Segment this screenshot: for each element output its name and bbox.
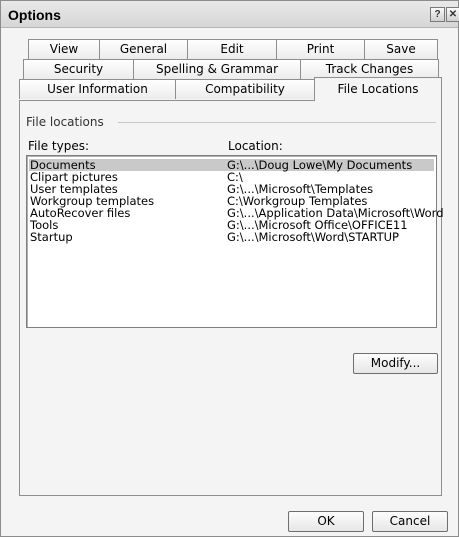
tab-user-information[interactable]: User Information (19, 79, 176, 99)
ok-button[interactable]: OK (288, 511, 364, 532)
modify-button[interactable]: Modify... (353, 353, 438, 374)
tab-compatibility[interactable]: Compatibility (175, 79, 315, 99)
tab-file-locations[interactable]: File Locations (314, 77, 442, 101)
close-icon[interactable]: ✕ (446, 7, 459, 22)
tab-track-changes[interactable]: Track Changes (300, 59, 439, 79)
file-types-header: File types: (28, 139, 89, 153)
file-locations-panel: File locations File types: Location: Doc… (19, 100, 444, 496)
tab-general[interactable]: General (99, 39, 188, 59)
file-locations-list[interactable]: Documents G:\...\Doug Lowe\My Documents … (26, 155, 444, 328)
options-dialog: Options ? ✕ View General Edit Print Save… (0, 0, 459, 537)
tab-print[interactable]: Print (276, 39, 365, 59)
tab-security[interactable]: Security (23, 59, 134, 79)
dialog-title: Options (8, 7, 61, 23)
tab-edit[interactable]: Edit (187, 39, 277, 59)
file-type-label: Startup (30, 230, 73, 244)
tab-view[interactable]: View (28, 39, 100, 59)
title-bar: Options ? ✕ (1, 1, 459, 28)
location-value: G:\...\Microsoft\Word\STARTUP (227, 230, 399, 244)
group-label: File locations (26, 115, 104, 129)
tab-save[interactable]: Save (364, 39, 438, 59)
cancel-button[interactable]: Cancel (372, 511, 448, 532)
help-icon[interactable]: ? (430, 7, 445, 22)
location-header: Location: (228, 139, 283, 153)
tab-spelling-grammar[interactable]: Spelling & Grammar (133, 59, 301, 79)
list-item[interactable]: Startup G:\...\Microsoft\Word\STARTUP (29, 231, 434, 243)
location-value: G:\...\Doug Lowe\My Documents (227, 158, 413, 172)
group-divider (118, 122, 436, 123)
